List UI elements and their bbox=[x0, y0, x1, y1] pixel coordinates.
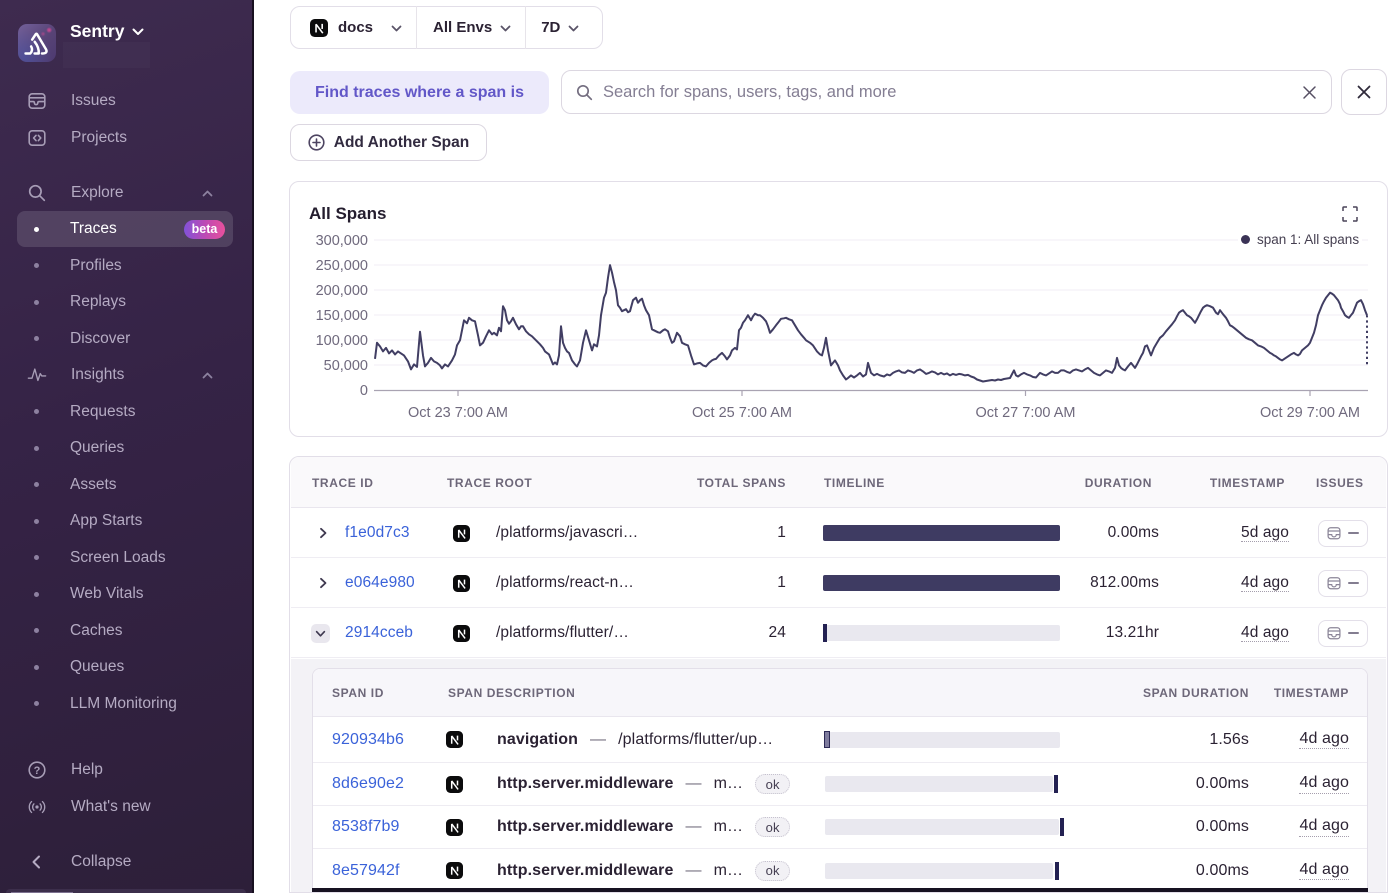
svg-text:200,000: 200,000 bbox=[316, 283, 368, 299]
svg-text:100,000: 100,000 bbox=[316, 333, 368, 349]
svg-text:Oct 27 7:00 AM: Oct 27 7:00 AM bbox=[976, 405, 1076, 421]
svg-text:Oct 29 7:00 AM: Oct 29 7:00 AM bbox=[1260, 405, 1360, 421]
svg-text:Oct 23 7:00 AM: Oct 23 7:00 AM bbox=[408, 405, 508, 421]
svg-text:50,000: 50,000 bbox=[324, 358, 368, 374]
svg-text:300,000: 300,000 bbox=[316, 233, 368, 249]
svg-text:?: ? bbox=[34, 765, 41, 777]
svg-text:0: 0 bbox=[360, 383, 368, 399]
svg-text:150,000: 150,000 bbox=[316, 308, 368, 324]
svg-text:Oct 25 7:00 AM: Oct 25 7:00 AM bbox=[692, 405, 792, 421]
svg-text:250,000: 250,000 bbox=[316, 258, 368, 274]
